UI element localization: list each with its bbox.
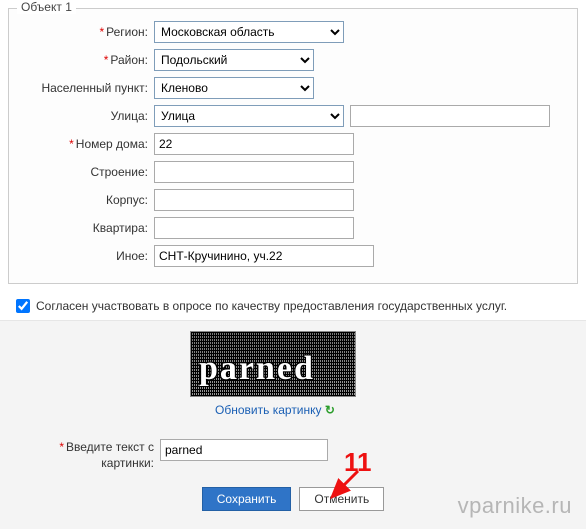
house-input[interactable] [154, 133, 354, 155]
captcha-refresh-link[interactable]: Обновить картинку ↻ [215, 403, 335, 417]
captcha-refresh-row: Обновить картинку ↻ [190, 403, 360, 417]
buttons-row: Сохранить Отменить [10, 487, 576, 511]
row-house: *Номер дома: [19, 133, 567, 155]
required-marker: * [59, 440, 64, 454]
required-marker: * [99, 25, 104, 39]
row-kvartira: Квартира: [19, 217, 567, 239]
survey-row: Согласен участвовать в опросе по качеств… [12, 296, 574, 316]
row-region: *Регион: Московская область [19, 21, 567, 43]
rayon-select[interactable]: Подольский [154, 49, 314, 71]
region-select[interactable]: Московская область [154, 21, 344, 43]
row-korpus: Корпус: [19, 189, 567, 211]
label-inoe: Иное: [19, 249, 154, 263]
captcha-area: parned Обновить картинку ↻ *Введите текс… [0, 320, 586, 529]
row-stroenie: Строение: [19, 161, 567, 183]
korpus-input[interactable] [154, 189, 354, 211]
ulica-select[interactable]: Улица [154, 105, 344, 127]
np-select[interactable]: Кленово [154, 77, 314, 99]
label-np: Населенный пункт: [19, 81, 154, 95]
captcha-image: parned [190, 331, 356, 397]
row-ulica: Улица: Улица [19, 105, 567, 127]
ulica-extra-input[interactable] [350, 105, 550, 127]
kvartira-input[interactable] [154, 217, 354, 239]
row-inoe: Иное: [19, 245, 567, 267]
survey-label: Согласен участвовать в опросе по качеств… [36, 299, 507, 313]
row-rayon: *Район: Подольский [19, 49, 567, 71]
refresh-icon: ↻ [325, 403, 335, 417]
inoe-input[interactable] [154, 245, 374, 267]
required-marker: * [104, 53, 109, 67]
label-korpus: Корпус: [19, 193, 154, 207]
fieldset-legend: Объект 1 [17, 0, 76, 14]
row-np: Населенный пункт: Кленово [19, 77, 567, 99]
label-ulica: Улица: [19, 109, 154, 123]
label-region: *Регион: [19, 25, 154, 39]
required-marker: * [69, 137, 74, 151]
label-rayon: *Район: [19, 53, 154, 67]
label-kvartira: Квартира: [19, 221, 154, 235]
save-button[interactable]: Сохранить [202, 487, 292, 511]
captcha-input-label: *Введите текст с картинки: [10, 439, 160, 471]
captcha-block: parned Обновить картинку ↻ [190, 331, 360, 417]
stroenie-input[interactable] [154, 161, 354, 183]
label-house: *Номер дома: [19, 137, 154, 151]
survey-checkbox[interactable] [16, 299, 30, 313]
object-1-fieldset: Объект 1 *Регион: Московская область *Ра… [8, 8, 578, 284]
label-stroenie: Строение: [19, 165, 154, 179]
captcha-word: parned [199, 350, 347, 388]
cancel-button[interactable]: Отменить [299, 487, 384, 511]
captcha-input[interactable] [160, 439, 328, 461]
captcha-input-row: *Введите текст с картинки: [10, 439, 576, 471]
